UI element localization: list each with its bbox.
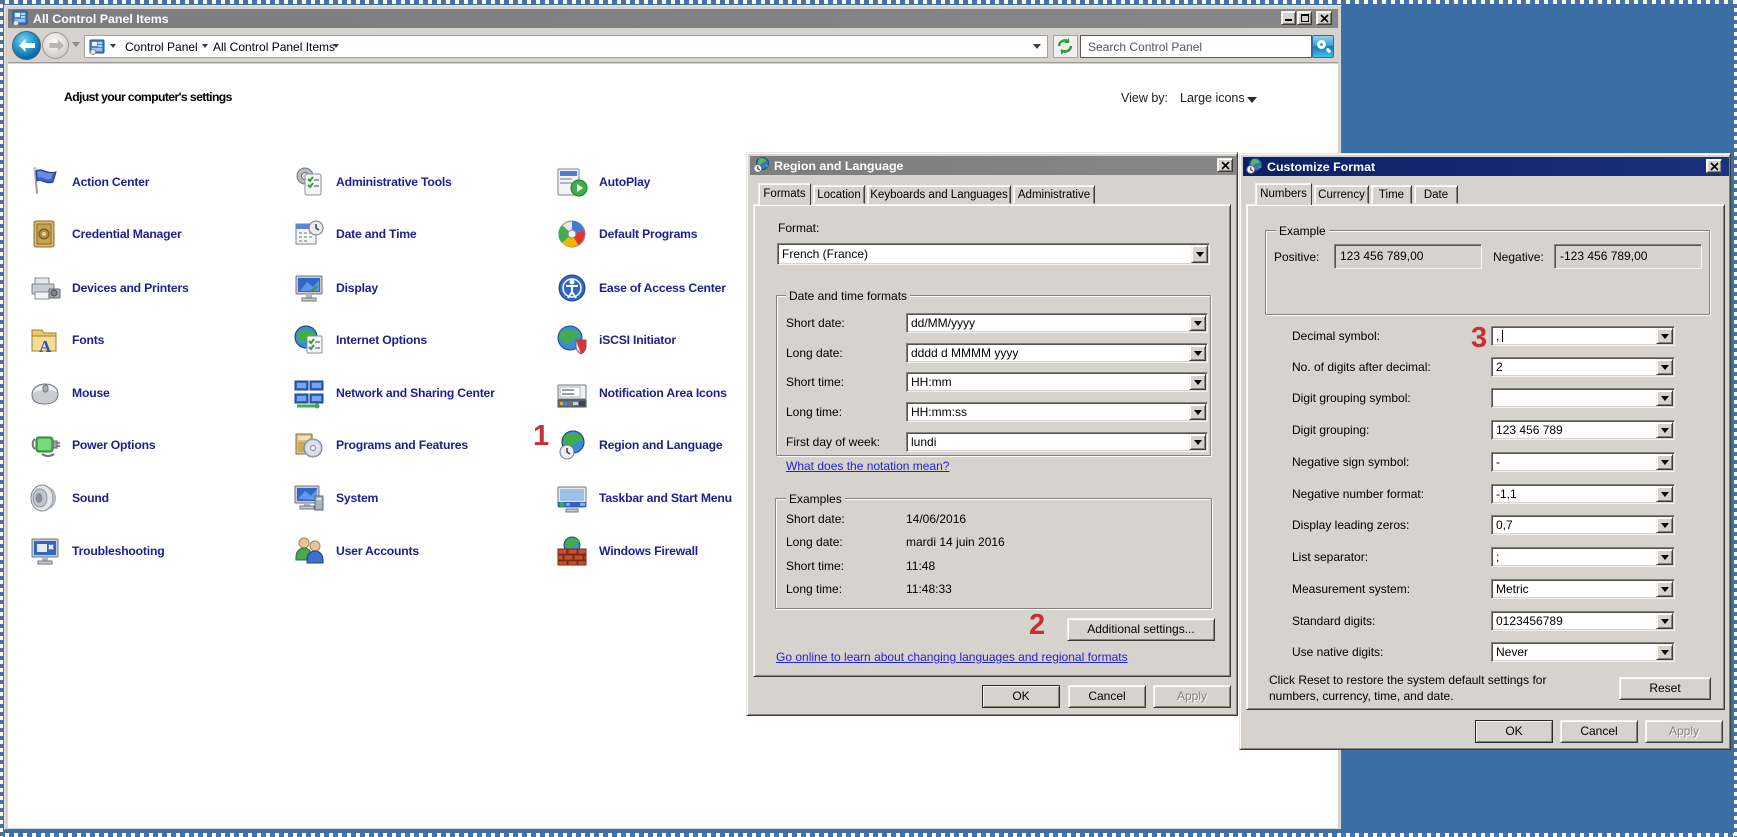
svg-text:A: A <box>39 337 52 356</box>
